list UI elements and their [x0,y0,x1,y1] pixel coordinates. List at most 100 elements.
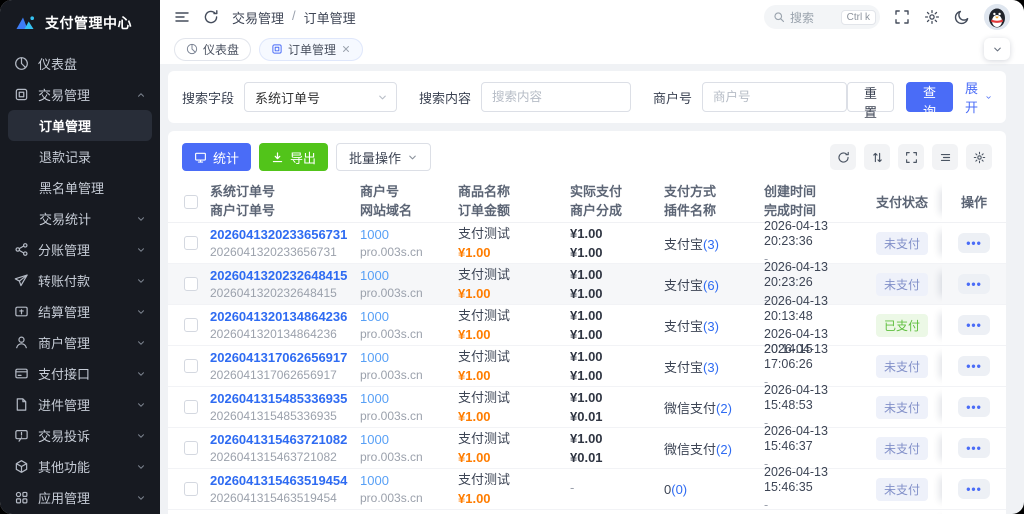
row-actions-button[interactable]: ••• [958,233,990,253]
system-order-no-link[interactable]: 2026041315485336935 [210,391,360,407]
merchant-no-link[interactable]: 1000 [360,432,458,448]
plugin-count-link[interactable]: (0) [671,482,687,497]
system-order-no-link[interactable]: 2026041320134864236 [210,309,360,325]
plugin-count-link[interactable]: (3) [703,360,719,375]
expand-filters-link[interactable]: 展开 [965,78,992,116]
fullscreen-icon [905,151,918,164]
row-checkbox[interactable] [184,482,198,496]
merchant-no-link[interactable]: 1000 [360,227,458,243]
chevron-down-icon [985,92,992,103]
row-actions-button[interactable]: ••• [958,315,990,335]
system-order-no-link[interactable]: 2026041320233656731 [210,227,360,243]
table-fullscreen-button[interactable] [898,144,924,170]
chevron-down-icon [136,431,146,441]
row-checkbox[interactable] [184,400,198,414]
tab-dashboard[interactable]: 仪表盘 [174,37,252,61]
share-icon [14,242,29,257]
fullscreen-icon[interactable] [894,9,910,25]
sidebar-item[interactable]: 结算管理 [0,296,160,327]
sidebar-item[interactable]: 仪表盘 [0,48,160,79]
sidebar-item[interactable]: 商户管理 [0,327,160,358]
statistics-button[interactable]: 统计 [182,143,252,171]
merchant-no-link[interactable]: 1000 [360,473,458,489]
row-checkbox[interactable] [184,359,198,373]
column-merchant: 商户号 网站域名 [360,184,413,218]
tab-close-icon[interactable] [341,44,351,54]
sidebar-item-label: 转账付款 [38,274,91,289]
reset-button[interactable]: 重置 [846,82,894,120]
refresh-page-icon[interactable] [203,9,219,25]
sidebar-item[interactable]: 应用管理 [0,482,160,513]
sidebar-item[interactable]: 转账付款 [0,265,160,296]
row-actions-button[interactable]: ••• [958,397,990,417]
sidebar-subitem[interactable]: 黑名单管理 [0,172,160,203]
tabs-dropdown-button[interactable] [984,38,1010,60]
sidebar-subitem[interactable]: 订单管理 [8,110,152,141]
select-all-checkbox[interactable] [184,194,198,209]
row-actions-button[interactable]: ••• [958,479,990,499]
filter-card: 搜索字段 系统订单号 搜索内容 商户号 重置 查询 展开 [168,71,1006,123]
payment-method: 支付宝 [664,359,704,375]
merchant-no-link[interactable]: 1000 [360,350,458,366]
export-button[interactable]: 导出 [259,143,329,171]
row-checkbox[interactable] [184,441,198,455]
status-badge: 已支付 [876,313,929,337]
sidebar-subitem[interactable]: 交易统计 [0,203,160,234]
breadcrumb-current: 订单管理 [303,10,356,26]
sidebar-item-label: 交易管理 [38,88,91,103]
plugin-count-link[interactable]: (3) [703,319,719,334]
global-search[interactable]: 搜索 Ctrl k [764,5,880,29]
website-domain: pro.003s.cn [360,491,423,506]
sidebar-item[interactable]: 分账管理 [0,234,160,265]
system-order-no-link[interactable]: 2026041320232648415 [210,268,360,284]
payment-method: 微信支付 [664,400,717,416]
row-checkbox[interactable] [184,236,198,250]
query-button[interactable]: 查询 [905,82,953,119]
system-order-no-link[interactable]: 2026041317062656917 [210,350,360,366]
plugin-count-link[interactable]: (2) [716,401,732,416]
card-icon [14,366,29,381]
settings-gear-icon[interactable] [924,9,940,25]
dashboard-pie-icon [186,43,198,55]
row-actions-button[interactable]: ••• [958,438,990,458]
order-amount: ¥1.00 [458,326,491,342]
sidebar-item-label: 进件管理 [38,398,91,413]
sidebar-subitem[interactable]: 退款记录 [0,141,160,172]
sidebar-item[interactable]: 支付接口 [0,358,160,389]
batch-operations-button[interactable]: 批量操作 [336,143,432,171]
sidebar-item[interactable]: 交易投诉 [0,420,160,451]
actual-paid: ¥1.00 [570,266,603,282]
status-badge: 未支付 [876,231,929,255]
sidebar-item[interactable]: 其他功能 [0,451,160,482]
search-field-select[interactable]: 系统订单号 [244,82,397,112]
merchant-no-link[interactable]: 1000 [360,391,458,407]
sidebar-item-label: 交易投诉 [38,429,91,444]
table-settings-button[interactable] [966,144,992,170]
merchant-no-link[interactable]: 1000 [360,309,458,325]
row-actions-button[interactable]: ••• [958,356,990,376]
plugin-count-link[interactable]: (2) [716,442,732,457]
dark-mode-moon-icon[interactable] [954,9,970,25]
pie-icon [14,56,29,71]
system-order-no-link[interactable]: 2026041315463721082 [210,432,360,448]
sidebar-item[interactable]: 交易管理 [0,79,160,110]
menu-fold-icon[interactable] [174,9,190,25]
merchant-no-link[interactable]: 1000 [360,268,458,284]
merchant-no-input[interactable] [701,82,847,112]
sidebar-item[interactable]: 进件管理 [0,389,160,420]
tab-order-management[interactable]: 订单管理 [259,37,364,61]
table-refresh-button[interactable] [830,144,856,170]
row-checkbox[interactable] [184,318,198,332]
row-checkbox[interactable] [184,277,198,291]
table-row: 2026041315485336935 2026041315485336935 … [168,383,1006,430]
search-content-input[interactable] [480,82,631,112]
plugin-count-link[interactable]: (6) [703,278,719,293]
table-density-button[interactable] [932,144,958,170]
system-order-no-link[interactable]: 2026041315463519454 [210,473,360,489]
breadcrumb-parent[interactable]: 交易管理 [232,8,284,27]
plugin-count-link[interactable]: (3) [703,237,719,252]
user-avatar[interactable] [984,4,1010,30]
app-logo[interactable]: 支付管理中心 [0,2,160,44]
row-actions-button[interactable]: ••• [958,274,990,294]
table-sort-button[interactable] [864,144,890,170]
